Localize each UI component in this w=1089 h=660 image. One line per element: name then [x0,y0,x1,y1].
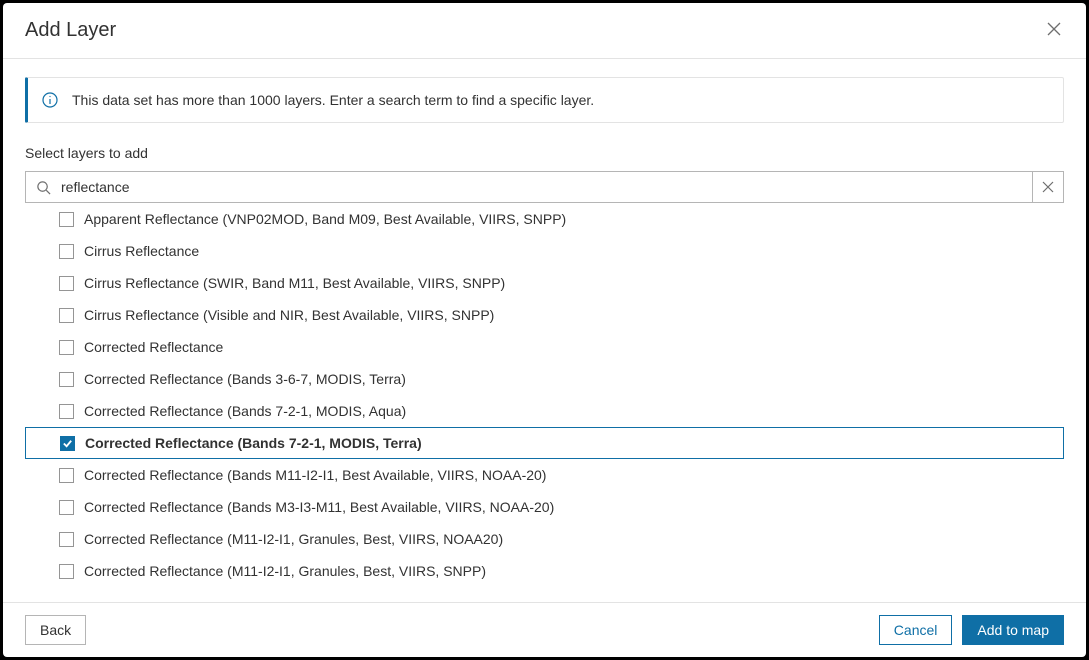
layer-checkbox[interactable] [59,212,74,227]
layer-checkbox[interactable] [59,340,74,355]
layer-checkbox[interactable] [59,372,74,387]
search-icon [36,180,51,195]
layer-label: Corrected Reflectance [84,339,223,355]
dialog-body: This data set has more than 1000 layers.… [3,59,1086,602]
dialog-footer: Back Cancel Add to map [3,602,1086,657]
cancel-button[interactable]: Cancel [879,615,953,645]
info-banner: This data set has more than 1000 layers.… [25,77,1064,123]
layer-label: Corrected Reflectance (Bands 7-2-1, MODI… [84,403,406,419]
footer-right: Cancel Add to map [879,615,1064,645]
layer-row[interactable]: Corrected Reflectance [25,331,1064,363]
layer-label: Corrected Reflectance (Bands 3-6-7, MODI… [84,371,406,387]
layer-checkbox[interactable] [59,500,74,515]
layer-label: Corrected Reflectance (M11-I2-I1, Granul… [84,563,486,579]
dialog-header: Add Layer [3,3,1086,59]
layer-label: Apparent Reflectance (VNP02MOD, Band M09… [84,211,566,227]
layer-label: Cirrus Reflectance (Visible and NIR, Bes… [84,307,494,323]
close-button[interactable] [1042,17,1066,44]
search-box[interactable] [25,171,1032,203]
clear-search-button[interactable] [1032,171,1064,203]
layer-list[interactable]: Apparent Reflectance (VNP02MOD, Band M09… [25,203,1064,602]
layer-row[interactable]: Cirrus Reflectance (SWIR, Band M11, Best… [25,267,1064,299]
layer-checkbox[interactable] [60,436,75,451]
layer-row[interactable]: Corrected Reflectance (M11-I2-I1, Granul… [25,523,1064,555]
layer-checkbox[interactable] [59,564,74,579]
layer-label: Cirrus Reflectance (SWIR, Band M11, Best… [84,275,505,291]
layer-row[interactable]: Cirrus Reflectance (Visible and NIR, Bes… [25,299,1064,331]
close-icon [1046,21,1062,37]
layer-row[interactable]: Corrected Reflectance (Bands 7-2-1, MODI… [25,395,1064,427]
layer-row[interactable]: Corrected Reflectance (Bands 7-2-1, MODI… [25,427,1064,459]
layer-row[interactable]: Corrected Reflectance (Bands M11-I2-I1, … [25,459,1064,491]
layer-checkbox[interactable] [59,532,74,547]
layer-label: Corrected Reflectance (Bands M11-I2-I1, … [84,467,546,483]
layer-label: Corrected Reflectance (Bands M3-I3-M11, … [84,499,554,515]
info-text: This data set has more than 1000 layers.… [72,92,594,108]
add-layer-dialog: Add Layer This data set has more than 10… [3,3,1086,657]
add-to-map-button[interactable]: Add to map [962,615,1064,645]
layer-checkbox[interactable] [59,468,74,483]
layer-label: Corrected Reflectance (M11-I2-I1, Granul… [84,531,503,547]
layer-label: Cirrus Reflectance [84,243,199,259]
search-input[interactable] [61,179,1022,195]
layer-checkbox[interactable] [59,404,74,419]
layer-row[interactable]: Corrected Reflectance (M11-I2-I1, Granul… [25,555,1064,587]
layer-row[interactable]: Cirrus Reflectance [25,235,1064,267]
layer-checkbox[interactable] [59,244,74,259]
layer-row[interactable]: Corrected Reflectance (Bands 3-6-7, MODI… [25,363,1064,395]
search-row [25,171,1064,203]
layer-checkbox[interactable] [59,276,74,291]
layer-label: Corrected Reflectance (Bands 7-2-1, MODI… [85,435,422,451]
back-button[interactable]: Back [25,615,86,645]
select-layers-label: Select layers to add [25,145,1064,161]
layer-checkbox[interactable] [59,308,74,323]
dialog-title: Add Layer [25,19,116,42]
layer-row[interactable]: Corrected Reflectance (Bands M3-I3-M11, … [25,491,1064,523]
clear-icon [1042,181,1054,193]
layer-row[interactable]: Apparent Reflectance (VNP02MOD, Band M09… [25,203,1064,235]
info-icon [42,92,58,108]
